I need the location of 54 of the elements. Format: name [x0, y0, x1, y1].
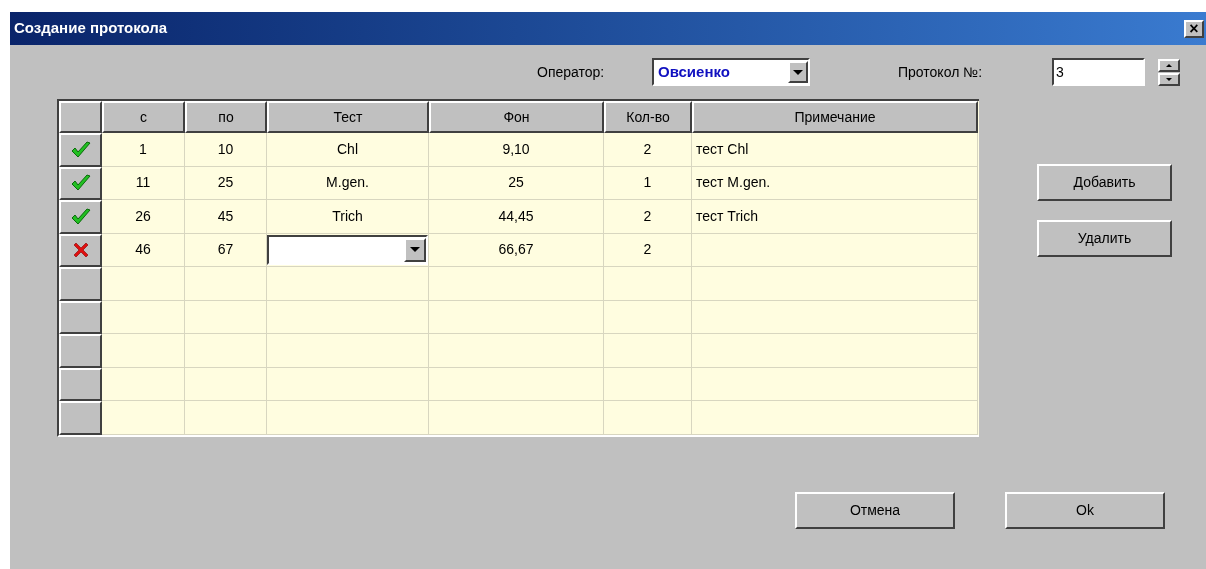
row-header[interactable] [59, 300, 102, 334]
table-cell: 26 [102, 200, 185, 234]
table-cell: Chl [267, 133, 429, 167]
column-header[interactable]: Примечание [692, 101, 978, 133]
column-header[interactable]: Фон [429, 101, 604, 133]
row-header[interactable] [59, 334, 102, 368]
table-cell: 25 [185, 166, 267, 200]
table-cell: Trich [267, 200, 429, 234]
table-cell: 46 [102, 233, 185, 267]
column-header[interactable]: Тест [267, 101, 429, 133]
delete-button[interactable]: Удалить [1037, 220, 1172, 257]
operator-dropdown[interactable]: Овсиенко [652, 58, 810, 86]
table-cell: 45 [185, 200, 267, 234]
column-header[interactable]: с [102, 101, 185, 133]
row-header[interactable] [59, 166, 102, 200]
row-header[interactable] [59, 267, 102, 301]
table-cell: 2 [604, 133, 692, 167]
row-header[interactable] [59, 133, 102, 167]
close-button[interactable]: × [1184, 19, 1204, 38]
table-cell: 1 [604, 166, 692, 200]
row-header[interactable] [59, 367, 102, 401]
window-title: Создание протокола [14, 18, 169, 39]
test-dropdown[interactable] [267, 234, 428, 265]
column-header[interactable]: по [185, 101, 267, 133]
table-cell: 10 [185, 133, 267, 167]
table-cell: 1 [102, 133, 185, 167]
table-cell: 9,10 [429, 133, 604, 167]
protocol-number-field[interactable]: 3 [1052, 58, 1145, 86]
up-arrow-icon [1166, 63, 1172, 67]
table-cell: 25 [429, 166, 604, 200]
table-cell: тест Trich [692, 200, 978, 234]
row-header[interactable] [59, 233, 102, 267]
table-cell: тест Chl [692, 133, 978, 167]
operator-label: Оператор: [537, 62, 606, 82]
table-cell: 66,67 [429, 233, 604, 267]
protocol-label: Протокол №: [898, 62, 984, 82]
spin-up-button[interactable] [1158, 58, 1180, 72]
table-cell: 2 [604, 233, 692, 267]
column-header[interactable]: Кол-во [604, 101, 692, 133]
corner-header [59, 101, 102, 133]
row-header[interactable] [59, 200, 102, 234]
table-cell: тест M.gen. [692, 166, 978, 200]
dropdown-arrow-icon [793, 69, 803, 75]
row-header[interactable] [59, 401, 102, 435]
down-arrow-icon [1166, 77, 1172, 81]
ok-button[interactable]: Ok [1005, 491, 1165, 529]
table-cell: 11 [102, 166, 185, 200]
spin-down-button[interactable] [1158, 72, 1180, 86]
dropdown-arrow-icon [410, 247, 420, 253]
table-cell: M.gen. [267, 166, 429, 200]
add-button[interactable]: Добавить [1037, 164, 1172, 201]
table-cell: 44,45 [429, 200, 604, 234]
table-cell: 2 [604, 200, 692, 234]
cancel-button[interactable]: Отмена [795, 491, 955, 529]
